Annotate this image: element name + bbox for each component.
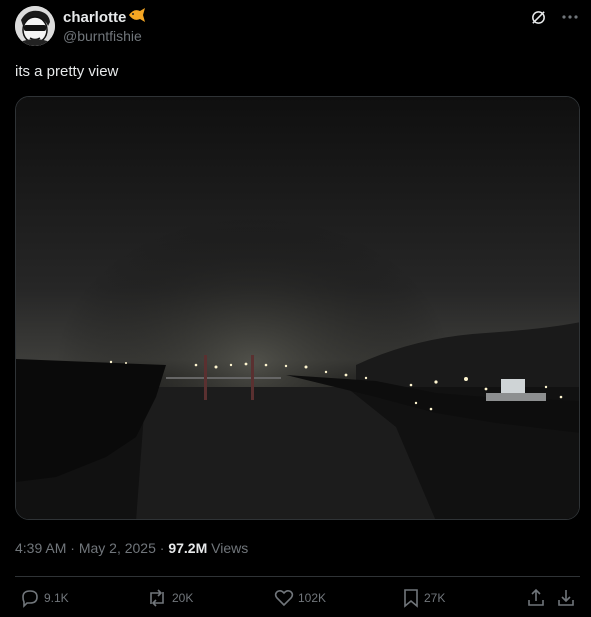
like-count: 102K bbox=[298, 591, 327, 605]
post-media[interactable] bbox=[15, 96, 580, 520]
like-button[interactable]: 102K bbox=[274, 588, 326, 608]
more-options-icon[interactable] bbox=[561, 8, 579, 26]
night-river-photo bbox=[16, 97, 579, 519]
views-count: 97.2M bbox=[168, 540, 208, 556]
bookmark-icon bbox=[402, 588, 420, 608]
share-button[interactable] bbox=[526, 588, 546, 608]
avatar-image bbox=[15, 6, 55, 46]
repost-icon bbox=[146, 588, 168, 608]
separator: · bbox=[70, 540, 75, 556]
display-name[interactable]: charlotte bbox=[63, 9, 126, 26]
download-icon bbox=[556, 588, 576, 608]
reply-count: 9.1K bbox=[44, 591, 69, 605]
reply-button[interactable]: 9.1K bbox=[20, 588, 69, 608]
heart-icon bbox=[274, 588, 294, 608]
bookmark-count: 27K bbox=[424, 591, 446, 605]
post-text: its a pretty view bbox=[15, 63, 119, 80]
separator: · bbox=[159, 540, 165, 556]
repost-count: 20K bbox=[172, 591, 194, 605]
download-button[interactable] bbox=[556, 588, 576, 608]
share-icon bbox=[526, 588, 546, 608]
repost-button[interactable]: 20K bbox=[146, 588, 193, 608]
views-label: Views bbox=[211, 540, 249, 556]
author-handle[interactable]: @burntfishie bbox=[63, 28, 142, 44]
avatar[interactable] bbox=[15, 6, 55, 46]
post-date[interactable]: May 2, 2025 bbox=[79, 540, 156, 556]
bookmark-button[interactable]: 27K bbox=[402, 588, 445, 608]
author-name-row[interactable]: charlotte bbox=[63, 8, 146, 27]
fish-emoji-icon bbox=[128, 8, 146, 27]
action-bar: 9.1K 20K 102K 27K bbox=[0, 588, 591, 612]
post-time[interactable]: 4:39 AM bbox=[15, 540, 66, 556]
timestamp-row: 4:39 AM · May 2, 2025 · 97.2M Views bbox=[15, 540, 248, 556]
reply-icon bbox=[20, 588, 40, 608]
divider bbox=[15, 576, 580, 577]
grok-icon[interactable] bbox=[529, 8, 547, 26]
